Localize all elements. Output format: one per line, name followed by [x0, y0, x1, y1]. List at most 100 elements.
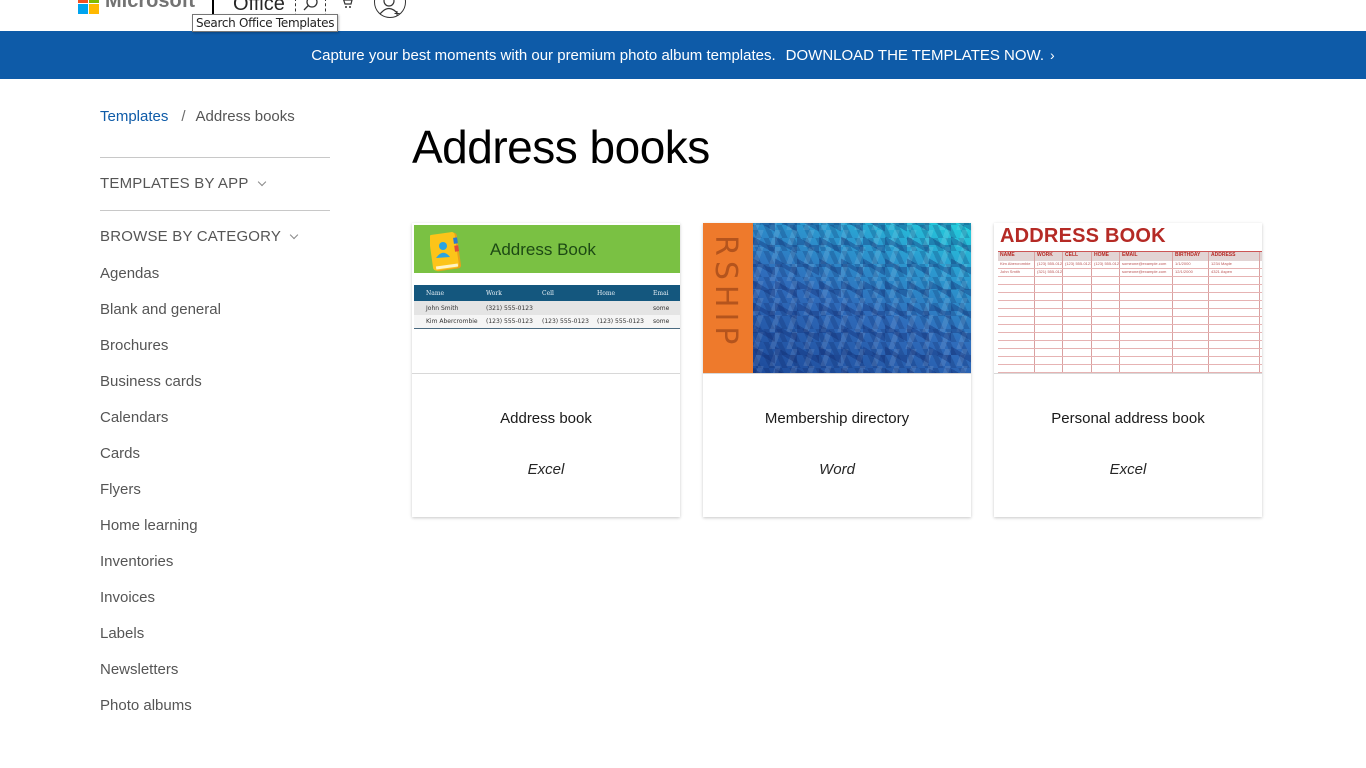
template-card-address-book[interactable]: Address Book Name Work Cell Home Emai Jo… — [412, 223, 680, 517]
preview-empty-row — [998, 357, 1262, 365]
preview-cell — [1173, 357, 1209, 364]
preview-cell: (123) 555-0123 — [1037, 261, 1063, 268]
template-name[interactable]: Address book — [412, 410, 680, 427]
preview-cell — [998, 309, 1035, 316]
preview-cell — [1035, 333, 1063, 340]
cart-button[interactable] — [340, 0, 356, 10]
preview-cell — [998, 365, 1035, 372]
preview-empty-row — [998, 309, 1262, 317]
template-name[interactable]: Membership directory — [703, 410, 971, 427]
preview-cell — [1092, 285, 1120, 292]
preview-cell — [1209, 333, 1260, 340]
preview-cell: (321) 555-0123 — [1037, 269, 1063, 276]
preview-empty-row — [998, 277, 1262, 285]
sidebar-divider — [100, 210, 330, 211]
preview-cell — [1063, 349, 1092, 356]
preview-cell — [1120, 333, 1173, 340]
category-agendas[interactable]: Agendas — [100, 264, 221, 300]
preview-cell — [998, 357, 1035, 364]
category-blank-and-general[interactable]: Blank and general — [100, 300, 221, 336]
chevron-right-icon: › — [1050, 47, 1055, 63]
preview-cell — [998, 333, 1035, 340]
preview-cell — [1120, 341, 1173, 348]
templates-by-app-toggle[interactable]: TEMPLATES BY APP — [100, 175, 266, 192]
add-profile-icon — [379, 0, 400, 16]
preview-col: Name — [426, 289, 445, 297]
preview-cell — [998, 317, 1035, 324]
template-card-membership-directory[interactable]: RSHIP Membership directory Word — [703, 223, 971, 517]
preview-header: Address Book — [414, 225, 680, 273]
template-thumbnail: RSHIP — [703, 223, 971, 374]
preview-cell — [1063, 333, 1092, 340]
preview-cell — [1120, 293, 1173, 300]
preview-table-row: John Smith (321) 555-0123 someone@exampl… — [998, 269, 1262, 277]
template-card-personal-address-book[interactable]: ADDRESS BOOK NAME WORK CELL HOME EMAIL B… — [994, 223, 1262, 517]
preview-cell — [1173, 365, 1209, 372]
preview-cell — [1173, 341, 1209, 348]
preview-cell — [1035, 285, 1063, 292]
category-photo-albums[interactable]: Photo albums — [100, 696, 221, 732]
preview-cell — [1120, 325, 1173, 332]
category-flyers[interactable]: Flyers — [100, 480, 221, 516]
office-link[interactable]: Office — [233, 0, 285, 14]
preview-cell — [1092, 277, 1120, 284]
preview-cell — [1063, 277, 1092, 284]
preview-cell — [1035, 309, 1063, 316]
preview-cell — [1035, 365, 1063, 372]
banner-cta-link[interactable]: DOWNLOAD THE TEMPLATES NOW. › — [786, 47, 1055, 64]
preview-cell — [1092, 309, 1120, 316]
preview-cell — [1035, 349, 1063, 356]
preview-cell — [1063, 301, 1092, 308]
header-divider — [212, 0, 214, 14]
preview-col: Home — [597, 289, 616, 297]
preview-cell — [1120, 301, 1173, 308]
preview-cell — [1063, 365, 1092, 372]
preview-cell — [1035, 293, 1063, 300]
preview-cell — [1173, 277, 1209, 284]
preview-cell — [1120, 349, 1173, 356]
preview-cell — [1092, 341, 1120, 348]
preview-cell: (123) 555-0123 — [486, 318, 533, 325]
category-business-cards[interactable]: Business cards — [100, 372, 221, 408]
breadcrumb: Templates / Address books — [100, 108, 295, 125]
preview-cell: Kim Abercrombie — [998, 261, 1035, 268]
preview-cell — [1092, 317, 1120, 324]
preview-table: Name Work Cell Home Emai John Smith (321… — [414, 285, 680, 329]
breadcrumb-templates-link[interactable]: Templates — [100, 108, 168, 125]
preview-cell — [1092, 365, 1120, 372]
promo-banner: Capture your best moments with our premi… — [0, 31, 1366, 79]
preview-cell: 1/1/2000 — [1173, 261, 1209, 268]
preview-cell — [1120, 357, 1173, 364]
microsoft-logo[interactable]: Microsoft — [78, 0, 195, 16]
preview-cell: John Smith — [426, 304, 459, 312]
preview-cell: some — [653, 318, 670, 325]
preview-cell: 1234 Maple — [1209, 261, 1260, 268]
profile-button[interactable] — [374, 0, 406, 18]
category-home-learning[interactable]: Home learning — [100, 516, 221, 552]
category-calendars[interactable]: Calendars — [100, 408, 221, 444]
sidebar-divider — [100, 157, 330, 158]
browse-by-category-toggle[interactable]: BROWSE BY CATEGORY — [100, 228, 299, 245]
preview-empty-row — [998, 349, 1262, 357]
template-name[interactable]: Personal address book — [994, 410, 1262, 427]
preview-cell — [1035, 301, 1063, 308]
preview-cell — [1120, 277, 1173, 284]
template-thumbnail: Address Book Name Work Cell Home Emai Jo… — [412, 223, 680, 374]
category-inventories[interactable]: Inventories — [100, 552, 221, 588]
category-invoices[interactable]: Invoices — [100, 588, 221, 624]
preview-cell — [1209, 341, 1260, 348]
preview-cell — [1209, 349, 1260, 356]
category-list: Agendas Blank and general Brochures Busi… — [100, 264, 221, 732]
category-newsletters[interactable]: Newsletters — [100, 660, 221, 696]
category-labels[interactable]: Labels — [100, 624, 221, 660]
preview-cell: (123) 555-0123 — [542, 318, 589, 325]
preview-cell — [1173, 285, 1209, 292]
category-cards[interactable]: Cards — [100, 444, 221, 480]
preview-cell: some — [653, 304, 670, 312]
preview-title: Address Book — [490, 240, 596, 259]
preview-cell — [998, 341, 1035, 348]
category-brochures[interactable]: Brochures — [100, 336, 221, 372]
template-thumbnail: ADDRESS BOOK NAME WORK CELL HOME EMAIL B… — [994, 223, 1262, 374]
preview-col: CELL — [1063, 252, 1092, 261]
preview-empty-row — [998, 285, 1262, 293]
